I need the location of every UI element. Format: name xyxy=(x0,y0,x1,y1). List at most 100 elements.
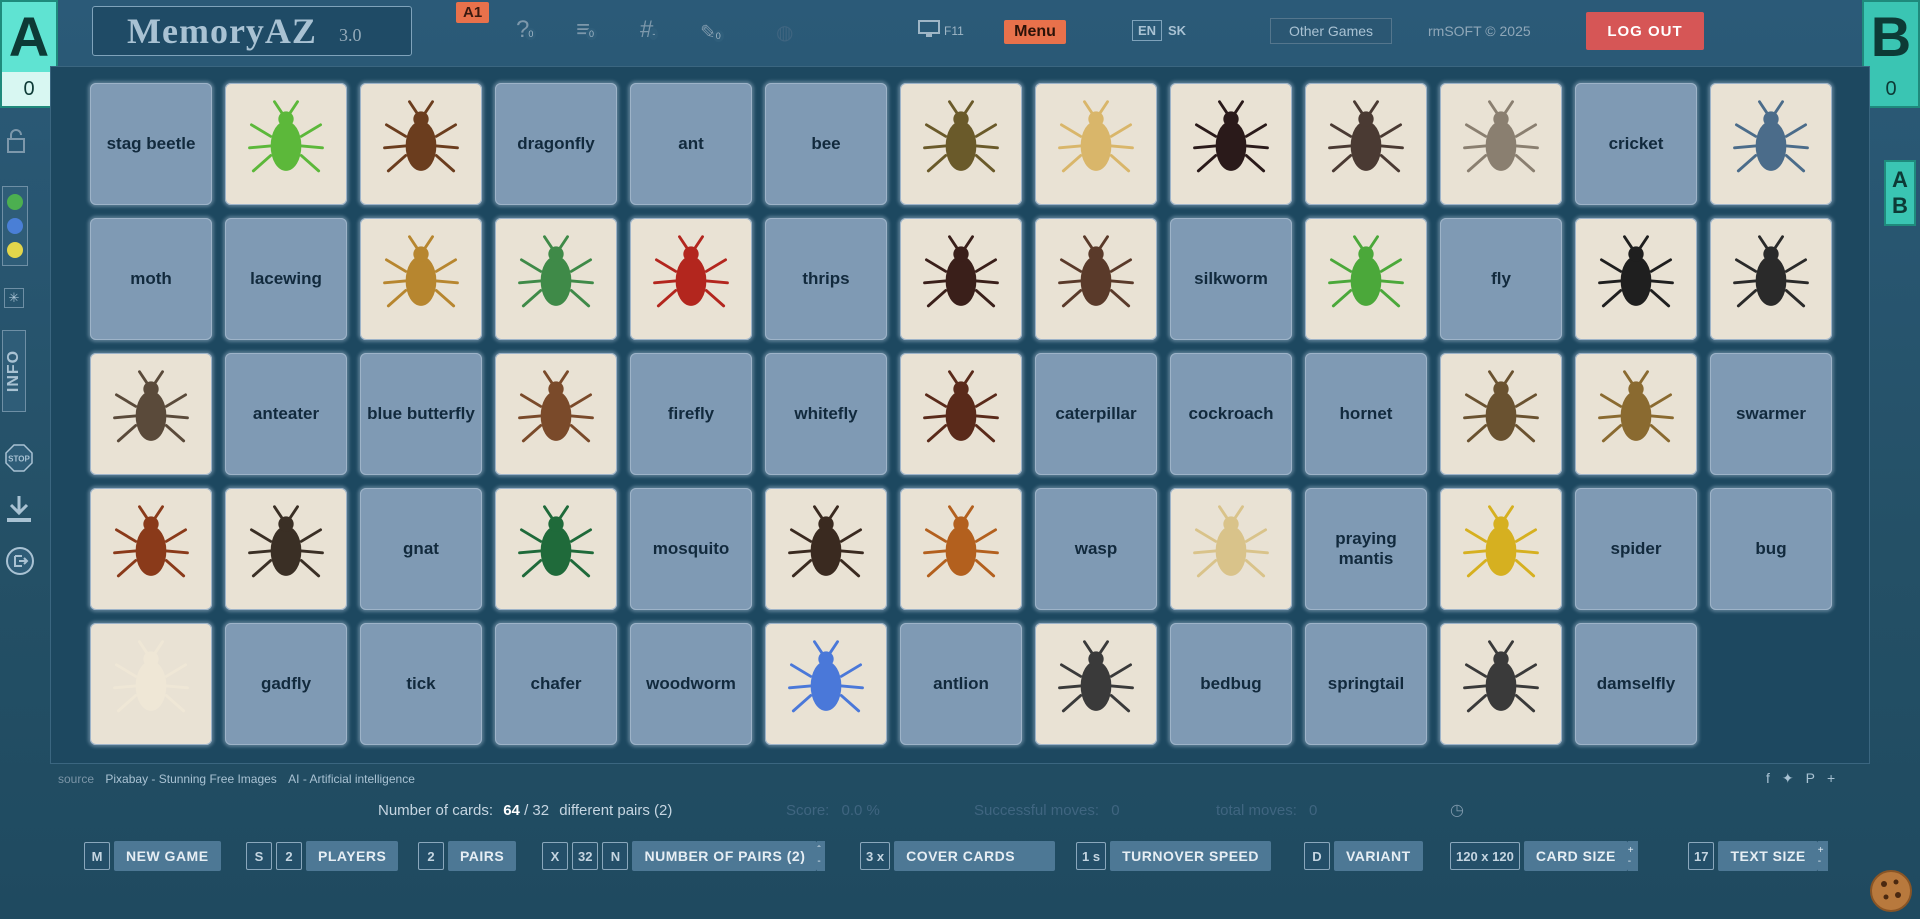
image-card[interactable] xyxy=(495,218,617,340)
image-card[interactable] xyxy=(900,83,1022,205)
lock-icon[interactable] xyxy=(6,128,26,159)
image-card[interactable] xyxy=(90,623,212,745)
image-card[interactable] xyxy=(360,218,482,340)
exit-icon[interactable] xyxy=(5,546,35,581)
image-card[interactable] xyxy=(1035,83,1157,205)
word-card[interactable]: silkworm xyxy=(1170,218,1292,340)
word-card[interactable]: spider xyxy=(1575,488,1697,610)
cover-button[interactable]: COVER CARDS xyxy=(894,841,1056,871)
word-card[interactable]: whitefly xyxy=(765,353,887,475)
cookie-icon[interactable] xyxy=(1868,868,1914,919)
color-selector[interactable] xyxy=(2,186,28,266)
puzzle-icon[interactable]: ✎0 xyxy=(700,20,724,45)
image-card[interactable] xyxy=(1575,353,1697,475)
word-card[interactable]: moth xyxy=(90,218,212,340)
word-card[interactable]: anteater xyxy=(225,353,347,475)
image-card[interactable] xyxy=(1710,83,1832,205)
ab-switch-button[interactable]: A B xyxy=(1884,160,1916,226)
word-card[interactable]: cricket xyxy=(1575,83,1697,205)
players-value[interactable]: 2 xyxy=(276,842,302,870)
stop-icon[interactable]: STOP xyxy=(5,444,33,477)
word-card[interactable]: praying mantis xyxy=(1305,488,1427,610)
timer-icon[interactable]: ◷ xyxy=(1450,800,1464,820)
other-games-button[interactable]: Other Games xyxy=(1270,18,1392,44)
word-card[interactable]: cockroach xyxy=(1170,353,1292,475)
plus-icon[interactable]: + xyxy=(1827,770,1835,787)
word-card[interactable]: caterpillar xyxy=(1035,353,1157,475)
speed-button[interactable]: TURNOVER SPEED xyxy=(1110,841,1271,871)
word-card[interactable]: bug xyxy=(1710,488,1832,610)
image-card[interactable] xyxy=(1710,218,1832,340)
info-button[interactable]: INFO xyxy=(2,330,26,412)
color-blue[interactable] xyxy=(7,218,23,234)
card-size-value[interactable]: 120 x 120 xyxy=(1450,842,1520,870)
image-card[interactable] xyxy=(225,83,347,205)
text-size-button[interactable]: TEXT SIZE xyxy=(1718,841,1818,871)
image-card[interactable] xyxy=(1575,218,1697,340)
image-card[interactable] xyxy=(225,488,347,610)
source-link-pixabay[interactable]: Pixabay - Stunning Free Images xyxy=(105,772,276,786)
image-card[interactable] xyxy=(1440,488,1562,610)
word-card[interactable]: damselfly xyxy=(1575,623,1697,745)
word-card[interactable]: fly xyxy=(1440,218,1562,340)
word-card[interactable]: antlion xyxy=(900,623,1022,745)
word-card[interactable]: gnat xyxy=(360,488,482,610)
word-card[interactable]: chafer xyxy=(495,623,617,745)
word-card[interactable]: tick xyxy=(360,623,482,745)
image-card[interactable] xyxy=(1440,83,1562,205)
image-card[interactable] xyxy=(630,218,752,340)
word-card[interactable]: firefly xyxy=(630,353,752,475)
color-green[interactable] xyxy=(7,194,23,210)
image-card[interactable] xyxy=(1440,353,1562,475)
image-card[interactable] xyxy=(1305,83,1427,205)
word-card[interactable]: woodworm xyxy=(630,623,752,745)
lang-sk-button[interactable]: SK xyxy=(1168,23,1186,38)
num-pairs-button[interactable]: NUMBER OF PAIRS (2) xyxy=(632,841,818,871)
download-icon[interactable] xyxy=(5,494,33,529)
image-card[interactable] xyxy=(495,488,617,610)
card-size-stepper[interactable]: + - xyxy=(1627,841,1638,871)
image-card[interactable] xyxy=(900,218,1022,340)
word-card[interactable]: dragonfly xyxy=(495,83,617,205)
image-card[interactable] xyxy=(1170,488,1292,610)
sparkle-icon[interactable]: ✳ xyxy=(4,288,24,308)
image-card[interactable] xyxy=(765,623,887,745)
image-card[interactable] xyxy=(1305,218,1427,340)
cover-value[interactable]: 3 x xyxy=(860,842,891,870)
num-pairs-stepper[interactable]: ˆ- xyxy=(817,841,825,871)
level-badge[interactable]: A1 xyxy=(456,2,490,23)
pairs-button[interactable]: PAIRS xyxy=(448,841,517,871)
image-card[interactable] xyxy=(1170,83,1292,205)
pairs-value[interactable]: 2 xyxy=(418,842,444,870)
num-pairs-value[interactable]: 32 xyxy=(572,842,599,870)
word-card[interactable]: gadfly xyxy=(225,623,347,745)
word-card[interactable]: hornet xyxy=(1305,353,1427,475)
twitter-icon[interactable]: ✦ xyxy=(1782,770,1794,787)
image-card[interactable] xyxy=(495,353,617,475)
word-card[interactable]: thrips xyxy=(765,218,887,340)
image-card[interactable] xyxy=(90,488,212,610)
pinterest-icon[interactable]: P xyxy=(1806,770,1815,787)
word-card[interactable]: stag beetle xyxy=(90,83,212,205)
fullscreen-button[interactable]: F11 xyxy=(918,20,964,38)
variant-button[interactable]: VARIANT xyxy=(1334,841,1423,871)
word-card[interactable]: bee xyxy=(765,83,887,205)
lang-en-button[interactable]: EN xyxy=(1132,20,1163,41)
image-card[interactable] xyxy=(1440,623,1562,745)
word-card[interactable]: swarmer xyxy=(1710,353,1832,475)
word-card[interactable]: lacewing xyxy=(225,218,347,340)
players-button[interactable]: PLAYERS xyxy=(306,841,399,871)
image-card[interactable] xyxy=(1035,218,1157,340)
menu-button[interactable]: Menu xyxy=(1004,20,1066,44)
speed-value[interactable]: 1 s xyxy=(1076,842,1107,870)
list-icon[interactable]: ≡0 xyxy=(576,16,598,44)
text-size-value[interactable]: 17 xyxy=(1688,842,1715,870)
image-card[interactable] xyxy=(900,488,1022,610)
help-icon[interactable]: ?0 xyxy=(516,16,537,44)
word-card[interactable]: wasp xyxy=(1035,488,1157,610)
source-link-ai[interactable]: AI - Artificial intelligence xyxy=(288,772,415,786)
word-card[interactable]: blue butterfly xyxy=(360,353,482,475)
word-card[interactable]: ant xyxy=(630,83,752,205)
image-card[interactable] xyxy=(90,353,212,475)
new-game-button[interactable]: NEW GAME xyxy=(114,841,221,871)
